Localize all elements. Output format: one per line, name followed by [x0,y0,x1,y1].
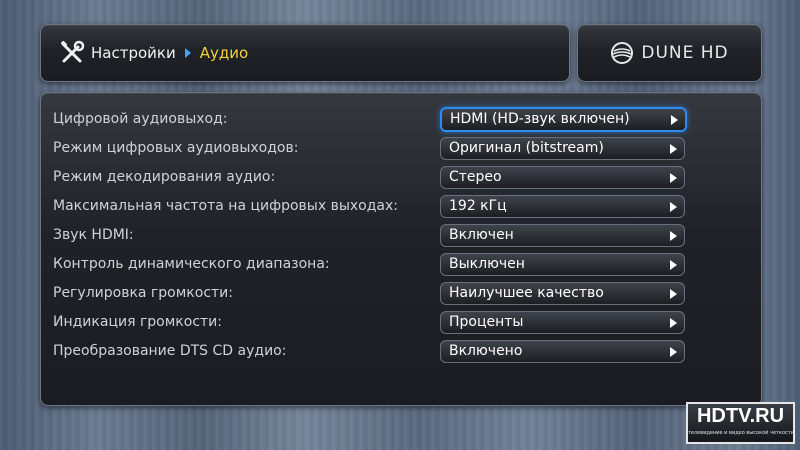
setting-value: Выключен [449,256,525,272]
watermark-title: HDTV.RU [696,405,785,427]
tools-icon [60,40,85,63]
setting-row-dynamic-range[interactable]: Контроль динамического диапазона: Выключ… [41,250,761,279]
setting-value-selector[interactable]: Выключен [440,253,685,276]
setting-value-selector[interactable]: HDMI (HD-звук включен) [440,107,687,132]
setting-value: Наилучшее качество [449,285,604,301]
setting-row-volume-control[interactable]: Регулировка громкости: Наилучшее качеств… [41,279,761,308]
setting-value: Оригинал (bitstream) [449,140,604,156]
setting-row-decoding-mode[interactable]: Режим декодирования аудио: Стерео [41,163,761,192]
setting-value-selector[interactable]: 192 кГц [440,195,685,218]
setting-value-selector[interactable]: Включено [440,340,685,363]
arrow-right-icon[interactable] [671,115,678,125]
watermark-subtitle: телевидение и видео высокой четкости [688,430,794,436]
setting-label: Регулировка громкости: [53,285,233,301]
setting-label: Режим цифровых аудиовыходов: [53,140,299,156]
setting-row-volume-indication[interactable]: Индикация громкости: Проценты [41,308,761,337]
header-panel: Настройки Аудио [40,24,570,82]
breadcrumb-audio: Аудио [199,44,249,62]
settings-panel: Цифровой аудиовыход: HDMI (HD-звук включ… [40,92,762,406]
setting-value-selector[interactable]: Наилучшее качество [440,282,685,305]
arrow-right-icon[interactable] [670,231,677,241]
setting-value: HDMI (HD-звук включен) [450,111,630,127]
setting-value-selector[interactable]: Стерео [440,166,685,189]
setting-value: Стерео [449,169,502,185]
arrow-right-icon[interactable] [670,289,677,299]
setting-row-max-frequency[interactable]: Максимальная частота на цифровых выходах… [41,192,761,221]
setting-label: Контроль динамического диапазона: [53,256,330,272]
logo-panel: DUNE HD [577,24,762,82]
setting-label: Режим декодирования аудио: [53,169,276,185]
arrow-right-icon[interactable] [670,202,677,212]
setting-value: Включено [449,343,523,359]
arrow-right-icon[interactable] [670,260,677,270]
arrow-right-icon[interactable] [670,173,677,183]
setting-row-digital-mode[interactable]: Режим цифровых аудиовыходов: Оригинал (b… [41,134,761,163]
setting-value-selector[interactable]: Оригинал (bitstream) [440,137,685,160]
setting-value: 192 кГц [449,198,507,214]
setting-value-selector[interactable]: Проценты [440,311,685,334]
setting-value: Проценты [449,314,524,330]
dune-hd-logo: DUNE HD [578,25,761,81]
arrow-right-icon[interactable] [670,318,677,328]
setting-label: Цифровой аудиовыход: [53,111,228,127]
logo-text: DUNE HD [641,43,729,63]
setting-label: Максимальная частота на цифровых выходах… [53,198,398,214]
setting-row-hdmi-sound[interactable]: Звук HDMI: Включен [41,221,761,250]
dune-logo-icon [611,42,634,64]
setting-label: Индикация громкости: [53,314,222,330]
breadcrumb-settings[interactable]: Настройки [91,44,176,62]
setting-row-digital-output[interactable]: Цифровой аудиовыход: HDMI (HD-звук включ… [41,105,761,134]
setting-label: Звук HDMI: [53,227,134,243]
arrow-right-icon[interactable] [670,347,677,357]
setting-row-dts-cd[interactable]: Преобразование DTS CD аудио: Включено [41,337,761,366]
setting-value: Включен [449,227,514,243]
breadcrumb-separator-icon [184,48,191,58]
setting-label: Преобразование DTS CD аудио: [53,343,287,359]
hdtv-watermark: HDTV.RU телевидение и видео высокой четк… [686,402,795,444]
arrow-right-icon[interactable] [670,144,677,154]
breadcrumb: Настройки Аудио [59,25,248,81]
setting-value-selector[interactable]: Включен [440,224,685,247]
